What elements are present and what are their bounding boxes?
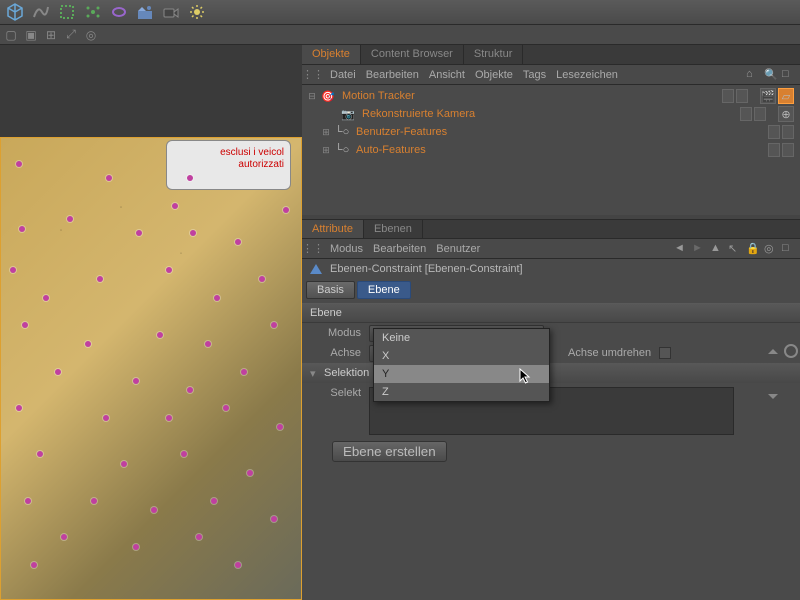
expand-icon[interactable]: □ (782, 68, 796, 82)
disclosure-icon[interactable]: ▾ (310, 367, 320, 380)
sub-tab-ebene[interactable]: Ebene (357, 281, 411, 299)
null-icon: └○ (334, 125, 350, 139)
tag-sel-icon[interactable]: ▱ (778, 88, 794, 104)
tab-ebenen[interactable]: Ebenen (364, 220, 423, 238)
tree-label[interactable]: Auto-Features (356, 144, 426, 156)
expand-icon[interactable]: ⊟ (306, 91, 318, 102)
generator-icon[interactable] (56, 1, 78, 23)
menu-ansicht[interactable]: Ansicht (429, 69, 465, 81)
expand-icon[interactable]: ⊞ (320, 127, 332, 138)
light-icon[interactable] (186, 1, 208, 23)
section-header: Ebene (302, 303, 800, 323)
tag-icon[interactable]: 🎬 (760, 88, 776, 104)
dd-option-x[interactable]: X (374, 347, 549, 365)
menu-bearbeiten[interactable]: Bearbeiten (373, 243, 426, 255)
view-expand-icon[interactable]: ⤢ (64, 28, 78, 42)
attribute-menubar: ⋮⋮ Modus Bearbeiten Benutzer ◄ ► ▲ ↖ 🔒 ◎… (302, 239, 800, 259)
tree-row-user-features[interactable]: ⊞ └○ Benutzer-Features (302, 123, 800, 141)
sub-tab-basis[interactable]: Basis (306, 281, 355, 299)
selektion-label: Selektion (324, 367, 369, 379)
selekt-label: Selekt (310, 387, 365, 399)
tag-icon[interactable]: ⊕ (778, 106, 794, 122)
deformer-icon[interactable] (108, 1, 130, 23)
menu-objekte[interactable]: Objekte (475, 69, 513, 81)
lock-icon[interactable]: 🔒 (746, 242, 760, 256)
menu-lesezeichen[interactable]: Lesezeichen (556, 69, 618, 81)
achse-label: Achse (310, 347, 365, 359)
viewport[interactable]: esclusi i veicol autorizzati (0, 45, 302, 600)
menu-bearbeiten[interactable]: Bearbeiten (366, 69, 419, 81)
achse-dropdown-popup: Keine X Y Z (373, 328, 550, 402)
dd-option-z[interactable]: Z (374, 383, 549, 401)
create-plane-button[interactable]: Ebene erstellen (332, 441, 447, 462)
attribute-header: Ebenen-Constraint [Ebenen-Constraint] (302, 259, 800, 279)
null-icon: └○ (334, 143, 350, 157)
tree-label[interactable]: Rekonstruierte Kamera (362, 108, 475, 120)
viewport-image: esclusi i veicol autorizzati (0, 137, 302, 600)
menu-modus[interactable]: Modus (330, 243, 363, 255)
constraint-icon (308, 262, 324, 276)
tab-content-browser[interactable]: Content Browser (361, 45, 464, 64)
achse-umdrehen-checkbox[interactable] (659, 347, 671, 359)
array-icon[interactable] (82, 1, 104, 23)
sub-toolbar: ▢ ▣ ⊞ ⤢ ◎ (0, 25, 800, 45)
camera-icon: 📷 (340, 107, 356, 121)
nav-back-icon[interactable]: ◄ (674, 242, 688, 256)
tab-attribute[interactable]: Attribute (302, 220, 364, 238)
tree-label[interactable]: Benutzer-Features (356, 126, 447, 138)
target-icon[interactable]: ◎ (764, 242, 778, 256)
attribute-sub-tabs: Basis Ebene (302, 279, 800, 301)
find-icon[interactable]: ↖ (728, 242, 742, 256)
view-panels-icon[interactable]: ▣ (24, 28, 38, 42)
cube-icon[interactable] (4, 1, 26, 23)
achse-umdrehen-label: Achse umdrehen (568, 347, 651, 359)
attribute-panel-tabs: Attribute Ebenen (302, 219, 800, 239)
modus-label: Modus (310, 327, 365, 339)
top-toolbar (0, 0, 800, 25)
camera-icon[interactable] (160, 1, 182, 23)
menu-benutzer[interactable]: Benutzer (436, 243, 480, 255)
tab-struktur[interactable]: Struktur (464, 45, 524, 64)
view-grid-icon[interactable]: ⊞ (44, 28, 58, 42)
object-panel-tabs: Objekte Content Browser Struktur (302, 45, 800, 65)
object-menubar: ⋮⋮ Datei Bearbeiten Ansicht Objekte Tags… (302, 65, 800, 85)
view-target-icon[interactable]: ◎ (84, 28, 98, 42)
scroll-target-icon[interactable] (784, 344, 798, 358)
grip-icon[interactable]: ⋮⋮ (306, 242, 320, 256)
sign-line-1: esclusi i veicol (173, 147, 284, 159)
menu-tags[interactable]: Tags (523, 69, 546, 81)
tree-row-motion-tracker[interactable]: ⊟ 🎯 Motion Tracker 🎬▱ (302, 87, 800, 105)
nav-fwd-icon[interactable]: ► (692, 242, 706, 256)
home-icon[interactable]: ⌂ (746, 68, 760, 82)
object-tree: ⊟ 🎯 Motion Tracker 🎬▱ 📷 Rekonstruierte K… (302, 85, 800, 215)
tree-label[interactable]: Motion Tracker (342, 90, 415, 102)
grip-icon[interactable]: ⋮⋮ (306, 68, 320, 82)
attribute-title: Ebenen-Constraint [Ebenen-Constraint] (330, 263, 523, 275)
dd-option-y[interactable]: Y (374, 365, 549, 383)
tree-row-camera[interactable]: 📷 Rekonstruierte Kamera ⊕ (302, 105, 800, 123)
nav-up-icon[interactable]: ▲ (710, 242, 724, 256)
tab-objekte[interactable]: Objekte (302, 45, 361, 64)
view-single-icon[interactable]: ▢ (4, 28, 18, 42)
spline-icon[interactable] (30, 1, 52, 23)
environment-icon[interactable] (134, 1, 156, 23)
search-icon[interactable]: 🔍 (764, 68, 778, 82)
expand-icon[interactable]: ⊞ (320, 145, 332, 156)
scroll-handle[interactable] (766, 344, 780, 404)
tree-row-auto-features[interactable]: ⊞ └○ Auto-Features (302, 141, 800, 159)
right-panel: Objekte Content Browser Struktur ⋮⋮ Date… (302, 45, 800, 600)
street-sign: esclusi i veicol autorizzati (166, 140, 291, 190)
sign-line-2: autorizzati (173, 159, 284, 171)
motion-tracker-icon: 🎯 (320, 89, 336, 103)
menu-datei[interactable]: Datei (330, 69, 356, 81)
new-icon[interactable]: □ (782, 242, 796, 256)
dd-option-keine[interactable]: Keine (374, 329, 549, 347)
